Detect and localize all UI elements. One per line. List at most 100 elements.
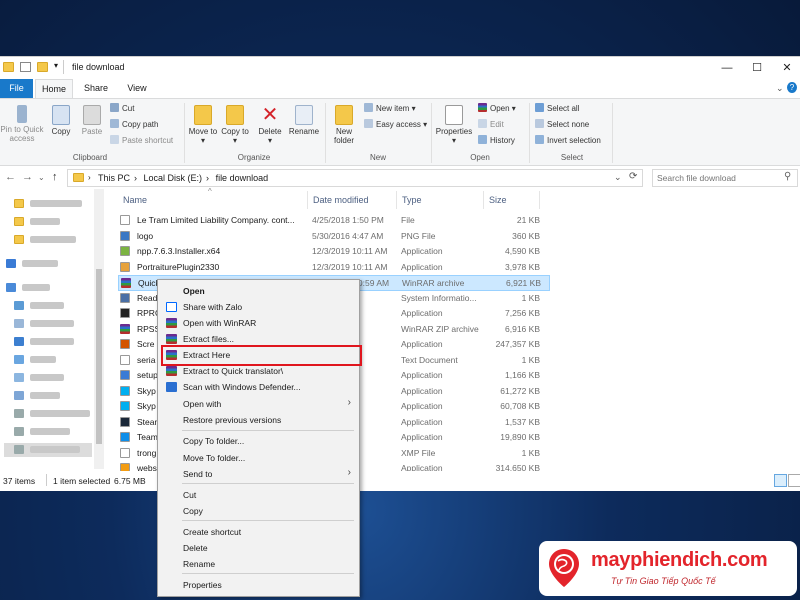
edit-button[interactable]: Edit [478, 119, 504, 131]
title-separator [63, 60, 64, 74]
nav-item[interactable] [14, 353, 94, 367]
menu-item-label: Cut [183, 490, 197, 500]
breadcrumb-local-disk[interactable]: Local Disk (E:) [144, 173, 203, 183]
tab-home[interactable]: Home [35, 79, 73, 98]
steam-icon [120, 416, 130, 427]
recent-locations-icon[interactable]: ⌄ [38, 173, 45, 182]
table-row[interactable]: Le Tram Limited Liability Company. cont.… [118, 213, 550, 229]
breadcrumb-this-pc[interactable]: This PC [98, 173, 130, 183]
search-input[interactable] [653, 170, 781, 186]
column-size[interactable]: Size [484, 191, 540, 209]
new-folder-quick-icon[interactable] [37, 62, 48, 72]
copy-button[interactable]: Copy [46, 105, 76, 136]
menu-item-create-shortcut[interactable]: Create shortcut [158, 524, 359, 540]
file-type: Application [401, 339, 443, 349]
large-icons-view-icon[interactable] [788, 474, 800, 487]
menu-item-open[interactable]: Open [158, 283, 359, 299]
navigation-pane [0, 189, 105, 469]
menu-item-properties[interactable]: Properties [158, 577, 359, 593]
menu-item-share-with-zalo[interactable]: Share with Zalo [158, 299, 359, 315]
menu-item-move-to-folder[interactable]: Move To folder... [158, 450, 359, 466]
menu-item-open-with[interactable]: Open with › [158, 396, 359, 412]
breadcrumb-chevron-icon[interactable]: › [88, 173, 91, 182]
search-box[interactable]: ⚲ [652, 169, 798, 187]
menu-item-restore-previous-versions[interactable]: Restore previous versions [158, 412, 359, 428]
close-button[interactable]: ✕ [772, 59, 800, 77]
history-button[interactable]: History [478, 135, 515, 147]
move-to-button[interactable]: Move to ▾ [188, 105, 218, 145]
menu-item-rename[interactable]: Rename [158, 556, 359, 572]
nav-item[interactable] [14, 197, 94, 211]
nav-scrollbar-thumb[interactable] [96, 269, 102, 444]
nav-item[interactable] [14, 317, 94, 331]
address-dropdown-icon[interactable]: ⌄ [614, 172, 622, 183]
invert-selection-button[interactable]: Invert selection [535, 135, 601, 147]
drive-icon [14, 445, 24, 454]
menu-item-send-to[interactable]: Send to › [158, 466, 359, 482]
menu-item-label: Scan with Windows Defender... [183, 382, 301, 392]
paste-button[interactable]: Paste [78, 105, 106, 136]
pin-to-quick-access-button[interactable]: Pin to Quick access [0, 105, 44, 143]
nav-item[interactable] [14, 371, 94, 385]
nav-item[interactable] [14, 335, 94, 349]
table-row[interactable]: npp.7.6.3.Installer.x64 12/3/2019 10:11 A… [118, 244, 550, 260]
tab-share[interactable]: Share [76, 79, 116, 98]
tab-view[interactable]: View [118, 79, 156, 98]
help-icon[interactable]: ? [787, 82, 797, 93]
details-view-icon[interactable] [774, 474, 787, 487]
menu-item-scan-with-windows-defender[interactable]: Scan with Windows Defender... [158, 379, 359, 395]
easy-access-button[interactable]: Easy access ▾ [364, 119, 427, 131]
scissors-icon [110, 103, 119, 112]
new-folder-button[interactable]: New folder [328, 105, 360, 145]
nav-item[interactable] [14, 425, 94, 439]
menu-item-copy-to-folder[interactable]: Copy To folder... [158, 433, 359, 449]
table-row[interactable]: logo 5/30/2016 4:47 AM PNG File 360 KB [118, 229, 550, 245]
expand-ribbon-icon[interactable]: ⌄ [776, 83, 784, 94]
nav-item[interactable] [14, 389, 94, 403]
nav-item-onedrive[interactable] [6, 257, 86, 271]
breadcrumb-file-download[interactable]: file download [216, 173, 269, 183]
properties-button[interactable]: Properties ▾ [434, 105, 474, 145]
nav-item[interactable] [14, 215, 94, 229]
nav-item-this-pc[interactable] [6, 281, 86, 295]
select-all-button[interactable]: Select all [535, 103, 579, 115]
copy-path-icon [110, 119, 119, 128]
copy-to-button[interactable]: Copy to ▾ [220, 105, 250, 145]
nav-item-selected[interactable] [4, 443, 92, 457]
file-type: Application [401, 385, 443, 396]
search-icon[interactable]: ⚲ [784, 171, 791, 182]
open-button[interactable]: Open ▾ [478, 103, 516, 115]
paste-shortcut-button[interactable]: Paste shortcut [110, 135, 173, 147]
nav-item[interactable] [14, 407, 94, 421]
selected-count: 1 item selected [53, 476, 111, 486]
back-arrow-icon[interactable]: ← [5, 171, 16, 183]
menu-item-open-with-winrar[interactable]: Open with WinRAR [158, 315, 359, 331]
column-date-modified[interactable]: Date modified [308, 191, 397, 209]
address-bar[interactable]: › This PC › Local Disk (E:) › file downloa… [67, 169, 643, 187]
column-name[interactable]: Name [118, 191, 308, 209]
menu-item-delete[interactable]: Delete [158, 540, 359, 556]
tab-file[interactable]: File [0, 79, 33, 98]
select-none-button[interactable]: Select none [535, 119, 589, 131]
new-item-button[interactable]: New item ▾ [364, 103, 416, 115]
minimize-button[interactable]: — [712, 59, 742, 77]
table-row[interactable]: PortraiturePlugin2330 12/3/2019 10:11 AM A… [118, 260, 550, 276]
history-icon [478, 135, 487, 144]
menu-item-cut[interactable]: Cut [158, 487, 359, 503]
nav-item[interactable] [14, 233, 94, 247]
nav-item[interactable] [14, 299, 94, 313]
menu-item-copy[interactable]: Copy [158, 503, 359, 519]
properties-quick-icon[interactable] [20, 62, 31, 72]
rename-button[interactable]: Rename [288, 105, 320, 136]
new-item-label: New item [376, 104, 410, 113]
refresh-icon[interactable]: ⟳ [629, 171, 637, 182]
customize-quick-access-icon[interactable]: ▾ [54, 61, 58, 70]
column-type[interactable]: Type [397, 191, 484, 209]
nav-label [30, 338, 74, 345]
copy-path-button[interactable]: Copy path [110, 119, 158, 131]
cut-button[interactable]: Cut [110, 103, 134, 115]
up-arrow-icon[interactable]: ↑ [52, 171, 58, 183]
maximize-button[interactable]: ☐ [742, 59, 772, 77]
delete-button[interactable]: ✕ Delete ▾ [254, 105, 286, 145]
forward-arrow-icon[interactable]: → [22, 171, 33, 183]
